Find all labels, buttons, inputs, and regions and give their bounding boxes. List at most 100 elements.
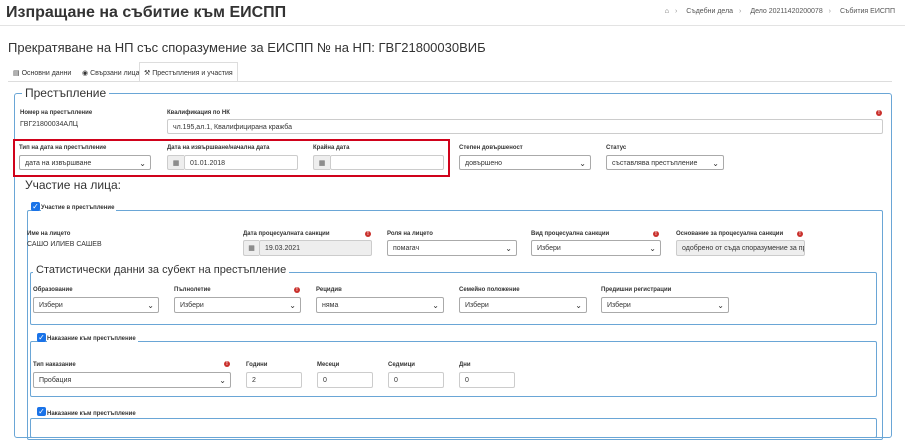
age-select[interactable]: Избери ⌄ <box>174 297 301 313</box>
sanction-value: Избери <box>537 245 561 252</box>
years-field[interactable]: 2 <box>246 372 302 388</box>
crime-number-value: ГВГ21800034АЛЦ <box>20 121 78 128</box>
participation-legend: Участие на лица: <box>22 178 124 192</box>
punishment-check-label: Наказание към престъпление <box>47 336 138 342</box>
start-date-label: Дата на извършване/начална дата <box>167 145 270 151</box>
chevron-down-icon: ⌄ <box>575 301 582 310</box>
punishment-check-label-2: Наказание към престъпление <box>47 411 138 417</box>
home-icon[interactable]: ⌂ <box>665 8 669 15</box>
sanction-select[interactable]: Избери ⌄ <box>531 240 661 256</box>
calendar-icon[interactable]: ▦ <box>313 155 330 170</box>
recidivism-label: Рецидив <box>316 287 342 293</box>
tab-main-data[interactable]: ▤ Основни данни <box>8 62 76 82</box>
stats-legend: Статистически данни за субект на престъп… <box>33 264 290 276</box>
crime-number-label: Номер на престъпление <box>20 110 93 116</box>
calendar-icon: ▦ <box>243 240 259 256</box>
breadcrumb: ⌂ › Съдебни дела › Дело 20211420200078 ›… <box>662 8 895 15</box>
tab-label: Престъпления и участия <box>152 70 233 77</box>
chevron-down-icon: ⌄ <box>289 301 296 310</box>
chevron-down-icon: ⌄ <box>147 301 154 310</box>
tab-related-persons[interactable]: ◉ Свързани лица <box>77 62 145 82</box>
chevron-down-icon: ⌄ <box>219 376 226 385</box>
role-select[interactable]: помагач ⌄ <box>387 240 517 256</box>
status-value: съставлява престъпление <box>612 160 698 167</box>
completion-value: довършено <box>465 160 502 167</box>
punishment-box <box>30 341 877 397</box>
prior-select[interactable]: Избери ⌄ <box>601 297 729 313</box>
required-icon: ! <box>876 110 882 116</box>
start-date-field[interactable]: 01.01.2018 <box>184 155 298 170</box>
basis-label: Основание за процесуална санкции <box>676 231 784 237</box>
date-type-select[interactable]: дата на извършване ⌄ <box>19 155 151 170</box>
breadcrumb-separator: › <box>739 8 742 15</box>
chevron-down-icon: ⌄ <box>432 301 439 310</box>
chevron-down-icon: ⌄ <box>717 301 724 310</box>
doc-icon: ▤ <box>13 70 20 77</box>
recidivism-value: няма <box>322 302 339 309</box>
family-value: Избери <box>465 302 489 309</box>
days-field[interactable]: 0 <box>459 372 515 388</box>
users-icon: ◉ <box>82 70 89 77</box>
chevron-down-icon: ⌄ <box>139 159 146 168</box>
months-field[interactable]: 0 <box>317 372 373 388</box>
breadcrumb-item-cases[interactable]: Съдебни дела <box>686 8 733 15</box>
end-date-field[interactable] <box>330 155 444 170</box>
status-label: Статус <box>606 145 627 151</box>
days-label: Дни <box>459 362 471 368</box>
required-icon: ! <box>653 231 659 237</box>
role-label: Роля на лицето <box>387 231 433 237</box>
family-select[interactable]: Избери ⌄ <box>459 297 587 313</box>
punishment-type-select[interactable]: Пробация ⌄ <box>33 372 231 388</box>
chevron-down-icon: ⌄ <box>712 159 719 168</box>
tab-crimes[interactable]: ⚒ Престъпления и участия <box>139 62 238 82</box>
punishment-type-label: Тип наказание <box>33 362 76 368</box>
role-value: помагач <box>393 245 420 252</box>
completion-label: Степен довършеност <box>459 145 523 151</box>
required-icon: ! <box>224 361 230 367</box>
person-label: Име на лицето <box>27 231 71 237</box>
punishment-box-2 <box>30 418 877 438</box>
education-label: Образование <box>33 287 73 293</box>
tab-label: Основни данни <box>21 70 72 77</box>
date-type-value: дата на извършване <box>25 160 92 167</box>
punishment-checkbox-2[interactable]: ✓ <box>37 407 46 416</box>
qualification-label: Квалификация по НК <box>167 110 230 116</box>
chevron-down-icon: ⌄ <box>649 244 656 253</box>
date-type-label: Тип на дата на престъпление <box>19 145 107 151</box>
proc-date-label: Дата процесуалната санкции <box>243 231 330 237</box>
age-label: Пълнолетие <box>174 287 211 293</box>
required-icon: ! <box>294 287 300 293</box>
basis-field: одобрено от съда споразумение за пр <box>676 240 805 256</box>
proc-date-field: 19.03.2021 <box>259 240 372 256</box>
age-value: Избери <box>180 302 204 309</box>
completion-select[interactable]: довършено ⌄ <box>459 155 591 170</box>
breadcrumb-separator: › <box>674 8 678 15</box>
sanction-label: Вид процесуална санкции <box>531 231 610 237</box>
required-icon: ! <box>365 231 371 237</box>
prior-value: Избери <box>607 302 631 309</box>
person-value: САШО ИЛИЕВ САШЕВ <box>27 241 102 248</box>
recidivism-select[interactable]: няма ⌄ <box>316 297 444 313</box>
required-icon: ! <box>797 231 803 237</box>
weeks-field[interactable]: 0 <box>388 372 444 388</box>
education-select[interactable]: Избери ⌄ <box>33 297 159 313</box>
education-value: Избери <box>39 302 63 309</box>
qualification-field[interactable]: чл.195,ал.1, Квалифицирана кражба <box>167 119 883 134</box>
chevron-down-icon: ⌄ <box>579 159 586 168</box>
years-label: Години <box>246 362 268 368</box>
punishment-checkbox[interactable]: ✓ <box>37 333 46 342</box>
breadcrumb-item-events: Събития ЕИСПП <box>839 8 895 15</box>
prior-label: Предишни регистрации <box>601 287 672 293</box>
chevron-down-icon: ⌄ <box>505 244 512 253</box>
status-select[interactable]: съставлява престъпление ⌄ <box>606 155 724 170</box>
participation-checkbox[interactable]: ✓ <box>31 202 40 211</box>
tab-divider <box>8 81 892 82</box>
calendar-icon[interactable]: ▦ <box>167 155 184 170</box>
family-label: Семейно положение <box>459 287 520 293</box>
participation-check-label: Участие в престъпление <box>41 205 117 211</box>
breadcrumb-item-case[interactable]: Дело 20211420200078 <box>750 8 822 15</box>
app-title: Изпращане на събитие към ЕИСПП <box>6 4 287 21</box>
crime-legend: Престъпление <box>22 86 110 100</box>
end-date-label: Крайна дата <box>313 145 350 151</box>
gavel-icon: ⚒ <box>144 70 151 77</box>
